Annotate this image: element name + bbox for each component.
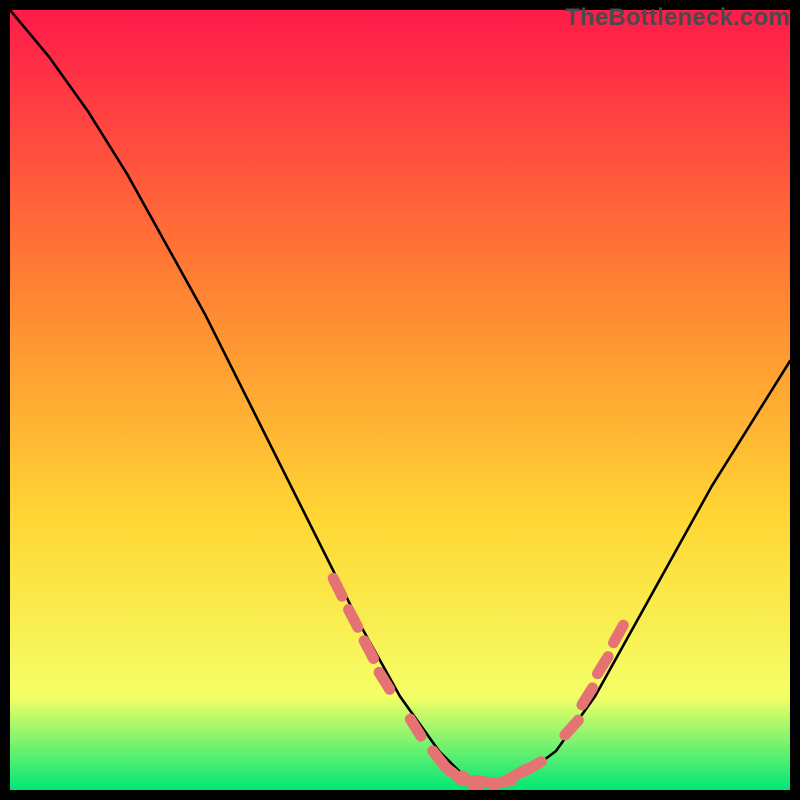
watermark-text: TheBottleneck.com	[565, 4, 790, 32]
chart-container: TheBottleneck.com	[0, 0, 800, 800]
bottleneck-chart	[10, 10, 790, 790]
gradient-background	[10, 10, 790, 790]
